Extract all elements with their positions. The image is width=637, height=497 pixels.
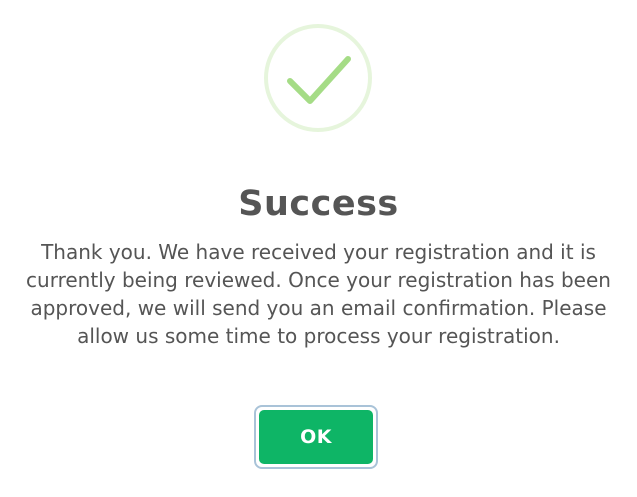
dialog-title: Success — [238, 184, 399, 224]
ok-button[interactable]: OK — [259, 410, 373, 464]
ok-button-focus-ring: OK — [254, 405, 378, 469]
checkmark-icon — [263, 23, 373, 133]
dialog-message: Thank you. We have received your registr… — [26, 240, 611, 348]
success-dialog: Success Thank you. We have received your… — [0, 0, 637, 497]
